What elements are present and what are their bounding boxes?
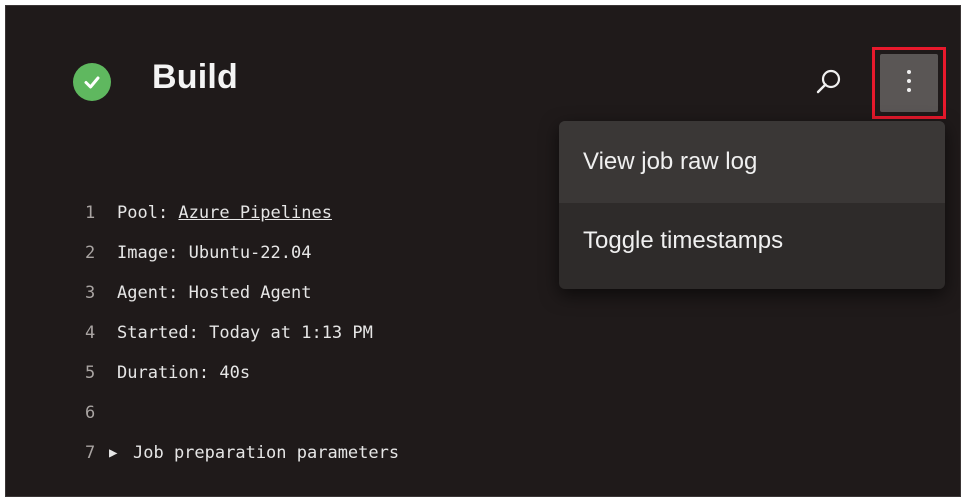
screenshot-frame: Build View job raw log Toggle timestamps… <box>0 0 965 501</box>
success-check-icon <box>73 63 111 101</box>
line-number: 3 <box>85 283 96 303</box>
page-title: Build <box>152 58 238 96</box>
log-line: 4 Started: Today at 1:13 PM <box>85 323 399 363</box>
more-vertical-icon <box>905 68 913 99</box>
menu-item-toggle-timestamps[interactable]: Toggle timestamps <box>559 203 945 275</box>
log-line: 3 Agent: Hosted Agent <box>85 283 399 323</box>
log-line: 6 <box>85 403 399 443</box>
build-log-panel: Build View job raw log Toggle timestamps… <box>5 5 961 497</box>
actions-dropdown-menu: View job raw log Toggle timestamps <box>559 121 945 289</box>
line-number: 1 <box>85 203 96 223</box>
more-actions-button-face[interactable] <box>880 54 938 112</box>
line-number: 2 <box>85 243 96 263</box>
log-text: Started: Today at 1:13 PM <box>117 323 373 343</box>
more-actions-button[interactable] <box>872 47 946 119</box>
log-text: Duration: 40s <box>117 363 251 383</box>
line-number: 4 <box>85 323 96 343</box>
search-icon <box>815 68 843 101</box>
search-button[interactable] <box>809 64 849 104</box>
log-line-expandable[interactable]: 7 ▶ Job preparation parameters <box>85 443 399 483</box>
menu-item-view-raw-log[interactable]: View job raw log <box>559 121 945 203</box>
log-line: 1 Pool: Azure Pipelines <box>85 203 399 243</box>
log-output: 1 Pool: Azure Pipelines 2 Image: Ubuntu-22… <box>85 203 399 483</box>
log-line: 5 Duration: 40s <box>85 363 399 403</box>
log-line: 2 Image: Ubuntu-22.04 <box>85 243 399 283</box>
pool-link[interactable]: Azure Pipelines <box>178 203 332 223</box>
log-text: Pool: <box>117 203 179 223</box>
log-text[interactable]: Job preparation parameters <box>133 443 399 463</box>
line-number: 6 <box>85 403 96 423</box>
expand-triangle-icon[interactable]: ▶ <box>109 443 133 463</box>
line-number: 5 <box>85 363 96 383</box>
line-number: 7 <box>85 443 96 463</box>
log-text: Image: Ubuntu-22.04 <box>117 243 312 263</box>
log-text: Agent: Hosted Agent <box>117 283 312 303</box>
